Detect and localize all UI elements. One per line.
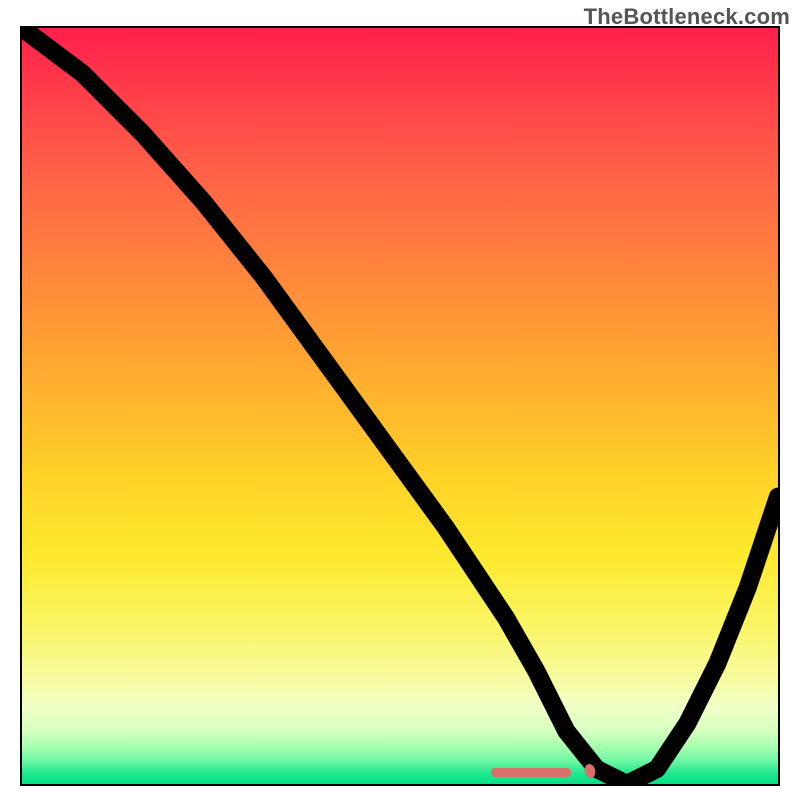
bottleneck-curve bbox=[22, 28, 778, 784]
watermark-text: TheBottleneck.com bbox=[584, 4, 790, 30]
bottleneck-curve-path bbox=[22, 28, 778, 784]
chart-frame bbox=[20, 26, 780, 786]
optimal-region-marker bbox=[491, 768, 571, 777]
